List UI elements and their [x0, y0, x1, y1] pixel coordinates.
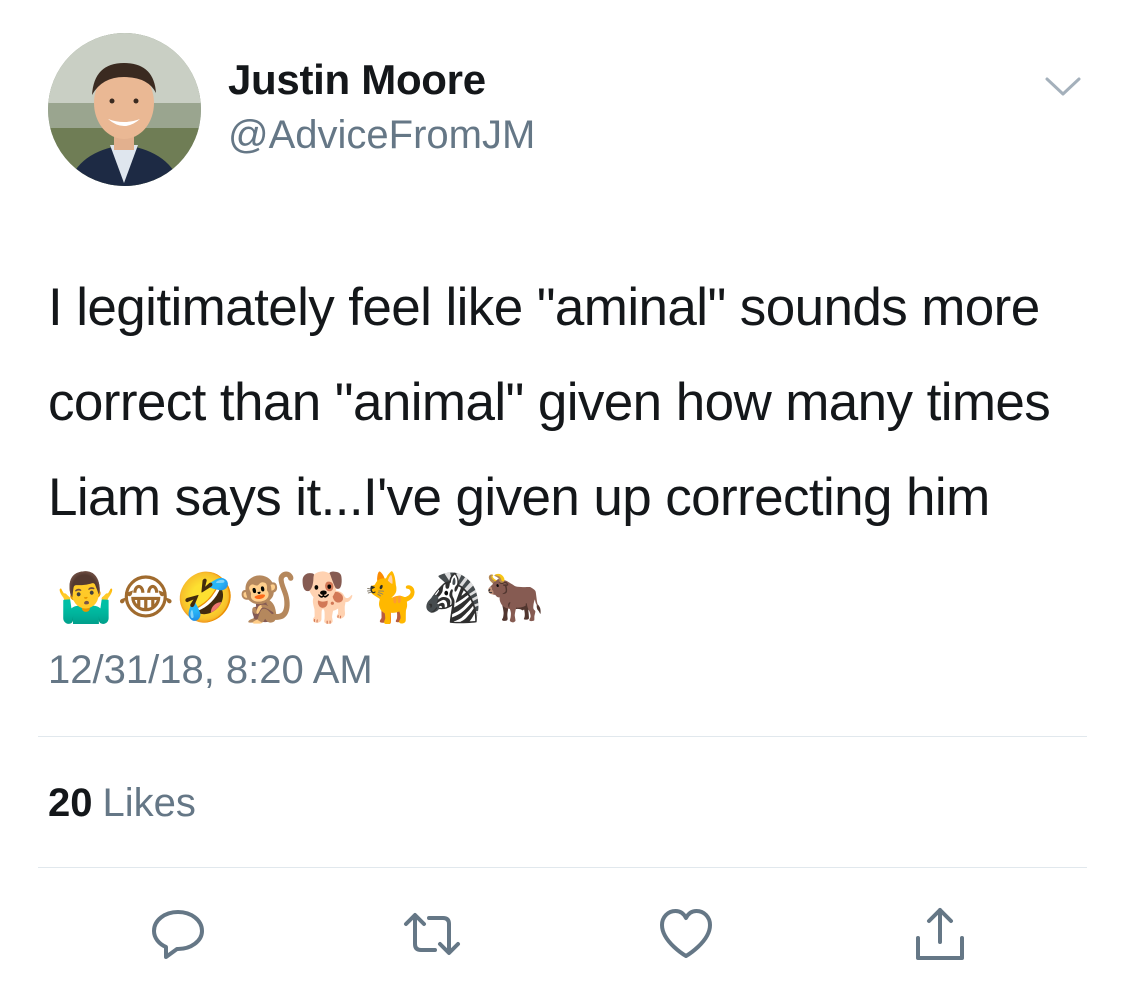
share-button[interactable]	[910, 904, 970, 964]
emoji-sequence: 🤷‍♂️😂🤣🐒🐕🐈🦓🐂	[56, 570, 547, 626]
retweet-button[interactable]	[402, 904, 462, 964]
like-button[interactable]	[656, 904, 716, 964]
reply-button[interactable]	[148, 904, 208, 964]
reply-icon	[152, 910, 204, 959]
likes-count: 20	[48, 781, 93, 825]
divider	[38, 867, 1087, 868]
heart-icon	[660, 909, 712, 958]
chevron-down-icon[interactable]	[1043, 74, 1083, 100]
tweet-body: I legitimately feel like "aminal" sounds…	[48, 278, 1051, 527]
user-handle[interactable]: @AdviceFromJM	[228, 113, 535, 158]
timestamp[interactable]: 12/31/18, 8:20 AM	[48, 648, 373, 693]
likes-stat[interactable]: 20 Likes	[48, 781, 196, 826]
display-name[interactable]: Justin Moore	[228, 56, 486, 104]
avatar[interactable]	[48, 33, 201, 186]
tweet-card: Justin Moore @AdviceFromJM I legitimatel…	[0, 0, 1125, 994]
tweet-text: I legitimately feel like "aminal" sounds…	[48, 260, 1088, 646]
retweet-icon	[404, 913, 460, 955]
divider	[38, 736, 1087, 737]
share-icon	[916, 908, 964, 960]
likes-label: Likes	[102, 781, 196, 825]
